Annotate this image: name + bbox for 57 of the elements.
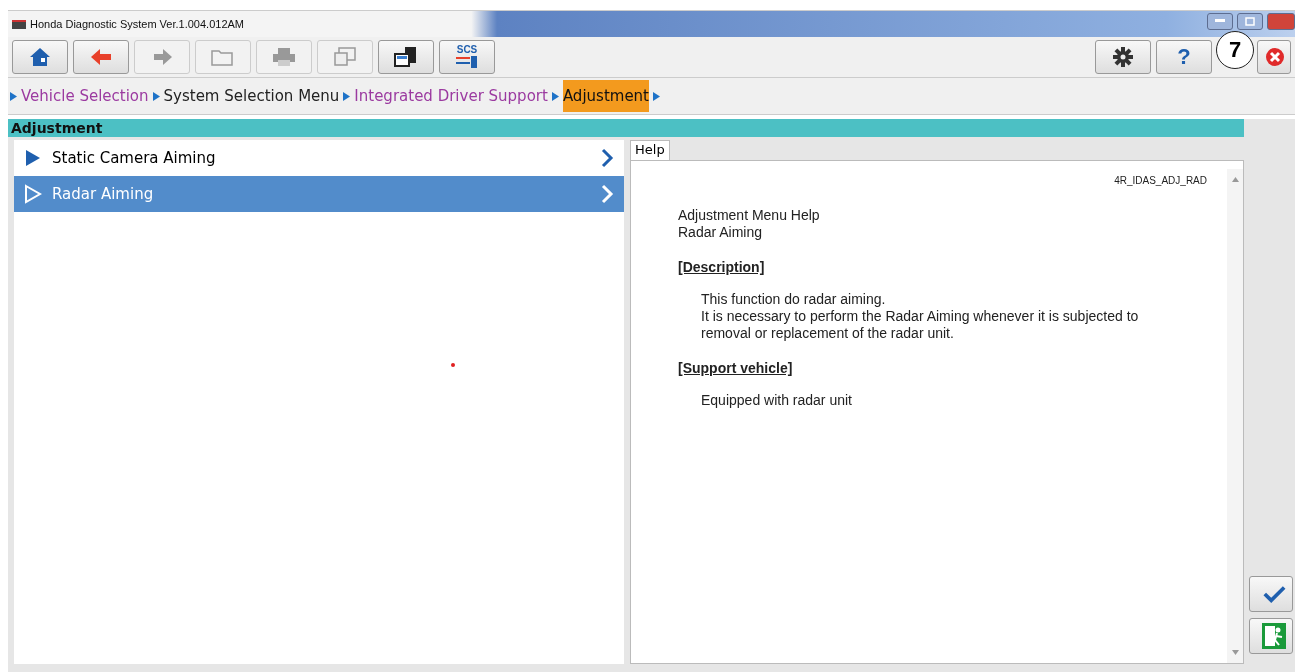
triangle-icon [152,91,160,101]
help-heading: Adjustment Menu Help [678,207,821,224]
confirm-button[interactable] [1249,576,1293,612]
window-close-button[interactable] [1267,12,1295,30]
scroll-up-icon [1231,177,1239,182]
home-button[interactable] [12,40,68,74]
device-icon [393,46,419,68]
help-tab[interactable]: Help [630,140,670,160]
section-header: Adjustment [8,119,1244,137]
scrollbar[interactable] [1227,169,1243,663]
help-code: 4R_IDAS_ADJ_RAD [1113,175,1207,186]
play-icon [24,148,42,168]
folder-icon [210,47,236,67]
help-heading: Radar Aiming [678,224,764,241]
section-title: [Description] [678,259,766,275]
copy-button[interactable] [378,40,434,74]
windows-icon [332,46,358,68]
callout-number: 7 [1216,31,1254,69]
scroll-down-icon [1231,650,1239,655]
window-title: Honda Diagnostic System Ver.1.004.012AM [30,18,244,30]
help-text: This function do radar aiming. [700,291,887,308]
breadcrumb-link[interactable]: System Selection Menu [163,80,340,112]
menu-item[interactable]: Radar Aiming [14,176,624,212]
minimize-icon [1215,19,1225,23]
exit-sign-icon [1262,623,1286,649]
exit-button[interactable] [1249,618,1293,654]
help-button[interactable]: ? [1156,40,1212,74]
checkmark-icon [1262,584,1286,604]
breadcrumb-link[interactable]: Adjustment [562,80,649,112]
printer-icon [271,47,297,67]
arrow-left-icon [89,47,113,67]
triangle-icon [10,91,17,101]
breadcrumb-link[interactable]: Vehicle Selection [21,80,149,112]
maximize-button[interactable] [1237,12,1263,30]
menu-item[interactable]: Static Camera Aiming [14,140,624,176]
settings-button[interactable] [1095,40,1151,74]
section-title: [Support vehicle] [678,360,794,376]
triangle-icon [551,91,559,101]
minimize-button[interactable] [1207,12,1233,30]
help-text: Equipped with radar unit [700,392,853,409]
app-icon [12,19,26,29]
help-text: It is necessary to perform the Radar Aiming whenever it is subjected to removal or replacement of the radar unit. [700,308,1140,342]
scs-button[interactable]: SCS [439,40,495,74]
maximize-icon [1245,16,1255,26]
back-button[interactable] [73,40,129,74]
close-icon [1264,46,1286,68]
home-icon [28,46,52,68]
breadcrumb-link[interactable]: Integrated Driver Support [354,80,548,112]
close-button[interactable] [1257,40,1291,74]
play-icon [24,184,42,204]
chevron-icon [600,184,614,204]
transfer-icon [455,55,479,69]
dot-mark [451,363,455,367]
triangle-icon [653,91,660,101]
triangle-icon [343,91,351,101]
chevron-icon [600,148,614,168]
settings-icon [1112,46,1134,68]
